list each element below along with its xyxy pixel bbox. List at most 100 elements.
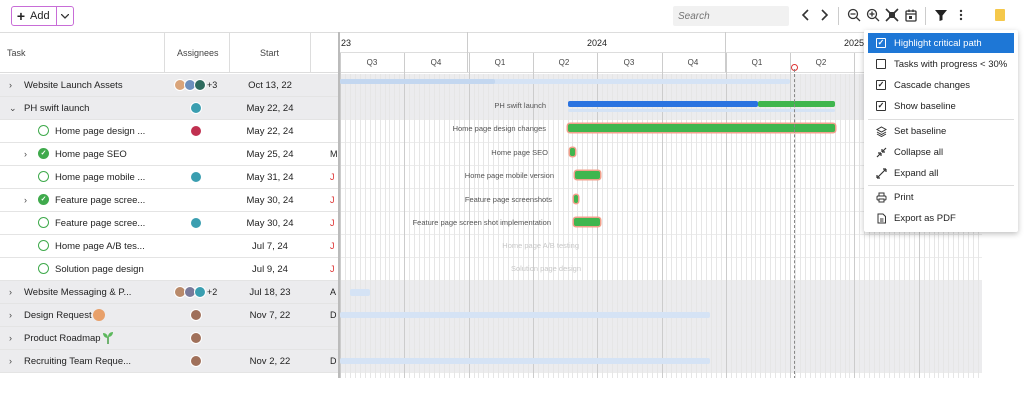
critical-task-bar[interactable] (574, 195, 578, 203)
end-date-truncated: A (330, 287, 337, 297)
table-row[interactable]: Home page design ... May 22, 24 (0, 120, 338, 143)
table-row[interactable]: › Website Messaging & P... +2 Jul 18, 23… (0, 281, 338, 304)
check-circle-icon[interactable]: ✓ (38, 148, 49, 159)
bar-label: Feature page screen shot implementation (412, 218, 551, 227)
table-row[interactable]: › Website Launch Assets +3 Oct 13, 22 (0, 74, 338, 97)
week-gridline (365, 74, 366, 378)
table-row[interactable]: Feature page scree... May 30, 24 J (0, 212, 338, 235)
assignees-column-header[interactable]: Assignees (177, 48, 219, 58)
bar-label: Solution page design (510, 264, 581, 273)
chevron-right-icon[interactable] (816, 8, 832, 24)
start-date: May 22, 24 (246, 126, 294, 137)
quarter-label: Q1 (494, 58, 506, 67)
status-circle-icon[interactable] (38, 263, 49, 274)
toolbar: + Add (0, 0, 1024, 32)
avatar (194, 79, 206, 91)
table-row[interactable]: Solution page design Jul 9, 24 J (0, 258, 338, 281)
task-name: Solution page design (55, 264, 144, 275)
checkbox-checked-icon[interactable]: ✓ (876, 80, 886, 90)
table-row[interactable]: Home page mobile ... May 31, 24 J (0, 166, 338, 189)
zoom-in-icon[interactable] (865, 8, 881, 24)
bar-label: Feature page screenshots (464, 195, 552, 204)
seedling-emoji-icon (103, 331, 113, 344)
checkbox-checked-icon[interactable]: ✓ (876, 101, 886, 111)
baseline-bar[interactable] (340, 312, 710, 318)
status-circle-icon[interactable] (38, 171, 49, 182)
chevron-right-icon[interactable]: › (9, 356, 17, 366)
search-input[interactable] (673, 6, 789, 26)
summary-bar-progress[interactable] (568, 101, 758, 107)
week-gridline (350, 74, 351, 378)
avatar (194, 286, 206, 298)
week-gridline (820, 74, 821, 378)
menu-item-export-pdf[interactable]: Export as PDF (868, 208, 1014, 228)
year-label: 23 (341, 38, 352, 48)
table-row[interactable]: ⌄ PH swift launch May 22, 24 (0, 97, 338, 120)
check-circle-icon[interactable]: ✓ (38, 194, 49, 205)
menu-item-highlight-critical-path[interactable]: ✓ Highlight critical path (868, 33, 1014, 53)
end-date-truncated: J (330, 172, 335, 182)
table-row[interactable]: › ✓ Home page SEO May 25, 24 M (0, 143, 338, 166)
week-gridline (731, 74, 732, 378)
chevron-left-icon[interactable] (798, 8, 814, 24)
week-gridline (681, 74, 682, 378)
menu-item-cascade-changes[interactable]: ✓ Cascade changes (868, 75, 1014, 95)
critical-task-bar[interactable] (570, 148, 575, 156)
menu-item-collapse-all[interactable]: Collapse all (868, 142, 1014, 162)
more-vertical-icon[interactable] (953, 8, 969, 24)
checkbox-checked-icon[interactable]: ✓ (876, 38, 886, 48)
calendar-today-icon[interactable] (903, 8, 919, 24)
week-gridline (706, 74, 707, 378)
status-circle-icon[interactable] (38, 125, 49, 136)
chevron-right-icon[interactable]: › (9, 80, 17, 90)
table-row[interactable]: › Recruiting Team Reque... Nov 2, 22 D (0, 350, 338, 373)
table-row[interactable]: › Product Roadmap (0, 327, 338, 350)
critical-task-bar[interactable] (575, 171, 600, 179)
summary-bar-remaining[interactable] (758, 101, 835, 107)
bar-label: Home page mobile version (464, 171, 554, 180)
status-circle-icon[interactable] (38, 240, 49, 251)
zoom-out-icon[interactable] (846, 8, 862, 24)
add-dropdown-toggle[interactable] (56, 7, 73, 25)
fit-to-screen-icon[interactable] (884, 8, 900, 24)
column-divider[interactable] (310, 32, 311, 73)
chevron-right-icon[interactable]: › (24, 149, 32, 159)
menu-item-set-baseline[interactable]: Set baseline (868, 121, 1014, 141)
avatar (190, 355, 202, 367)
menu-item-label: Cascade changes (894, 79, 971, 91)
chevron-down-icon (61, 13, 69, 19)
table-row[interactable]: Home page A/B tes... Jul 7, 24 J (0, 235, 338, 258)
week-gridline (835, 74, 836, 378)
week-gridline (647, 74, 648, 378)
menu-item-expand-all[interactable]: Expand all (868, 163, 1014, 183)
chevron-right-icon[interactable]: › (9, 310, 17, 320)
menu-item-show-baseline[interactable]: ✓ Show baseline (868, 96, 1014, 116)
quarter-label: Q2 (558, 58, 570, 67)
baseline-bar[interactable] (340, 358, 710, 364)
week-gridline (775, 74, 776, 378)
column-divider[interactable] (229, 32, 230, 73)
status-circle-icon[interactable] (38, 217, 49, 228)
add-button[interactable]: + Add (11, 6, 74, 26)
week-gridline (657, 74, 658, 378)
checkbox-unchecked-icon[interactable] (876, 59, 886, 69)
chevron-right-icon[interactable]: › (24, 195, 32, 205)
filter-icon[interactable] (933, 8, 949, 24)
week-gridline (389, 74, 390, 378)
table-row[interactable]: › ✓ Feature page scree... May 30, 24 J (0, 189, 338, 212)
progress-bar[interactable] (340, 79, 495, 84)
chevron-right-icon[interactable]: › (9, 333, 17, 343)
table-row[interactable]: › Design Request Nov 7, 22 D (0, 304, 338, 327)
chevron-down-icon[interactable]: ⌄ (9, 103, 17, 114)
baseline-bar[interactable] (350, 289, 370, 296)
week-gridline (859, 74, 860, 378)
chevron-right-icon[interactable]: › (9, 287, 17, 297)
week-gridline (825, 74, 826, 378)
menu-item-print[interactable]: Print (868, 187, 1014, 207)
menu-item-tasks-progress-filter[interactable]: Tasks with progress < 30% (868, 54, 1014, 74)
task-column-header[interactable]: Task (7, 48, 26, 58)
start-column-header[interactable]: Start (260, 48, 279, 58)
sticky-note-icon[interactable] (995, 9, 1005, 21)
column-divider[interactable] (164, 32, 165, 73)
critical-task-bar[interactable] (574, 218, 600, 226)
